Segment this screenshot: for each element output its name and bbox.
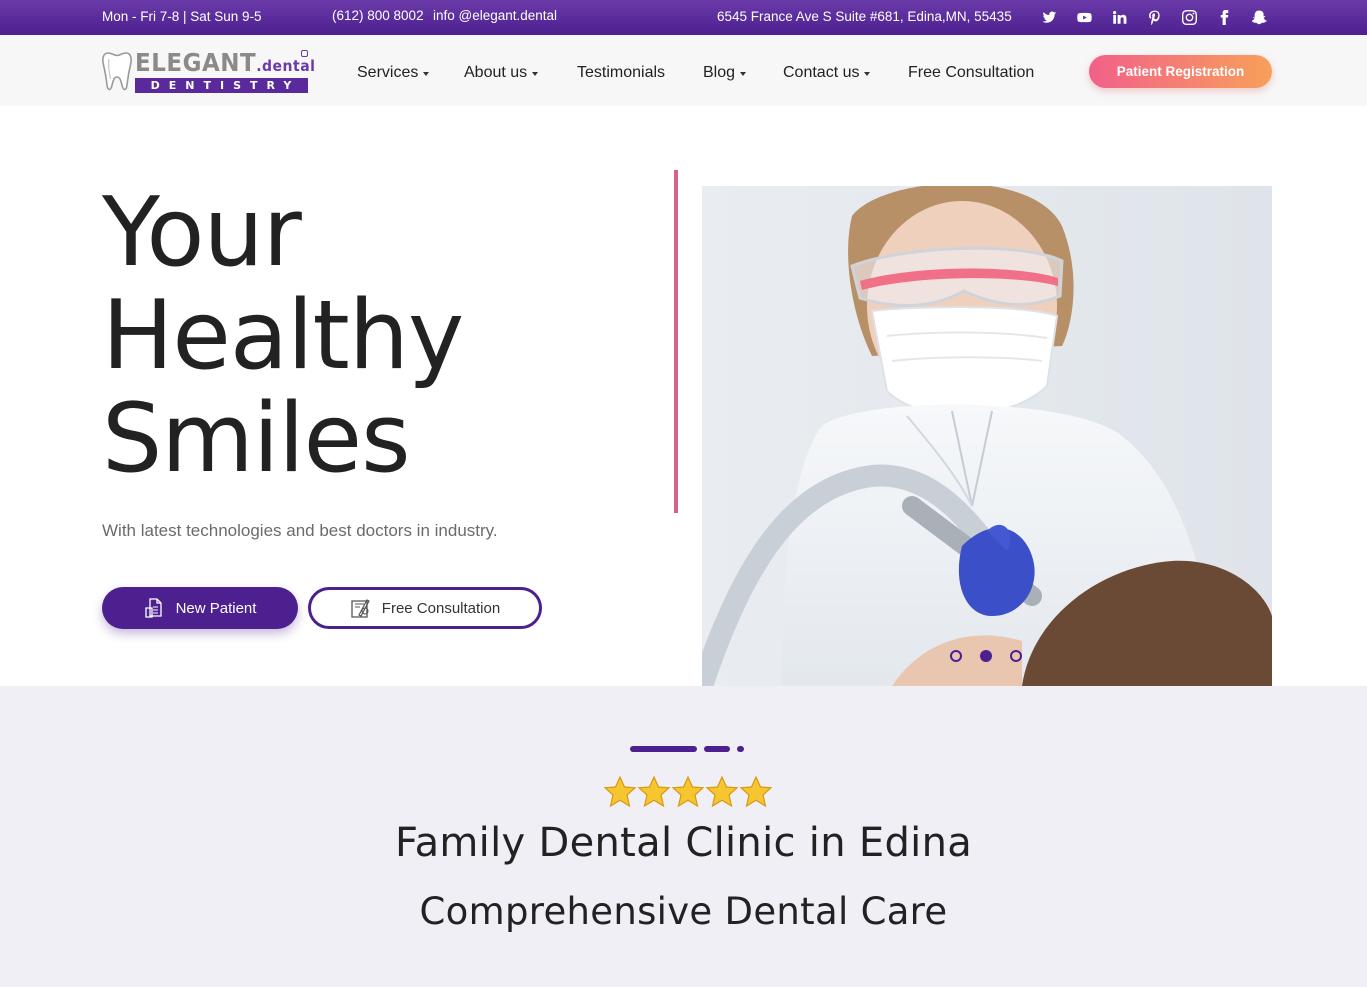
- nav-item-about-us[interactable]: About us: [464, 64, 539, 82]
- nav-label: About us: [464, 64, 528, 81]
- pinterest-icon[interactable]: [1145, 8, 1163, 26]
- youtube-icon[interactable]: [1075, 8, 1093, 26]
- logo-brand-text: ELEGANT: [135, 49, 257, 78]
- carousel-dot[interactable]: [1010, 650, 1022, 662]
- decor-bar: [630, 746, 697, 752]
- caret-down-icon: [740, 71, 747, 76]
- star-icon: [705, 775, 739, 808]
- star-icon: [603, 775, 637, 808]
- social-links: [1040, 8, 1268, 26]
- decor-bar: [704, 746, 730, 752]
- nav-item-blog[interactable]: Blog: [703, 64, 747, 82]
- caret-down-icon: [864, 71, 871, 76]
- logo-brand-suffix: .dental: [256, 57, 316, 76]
- caret-down-icon: [423, 71, 430, 76]
- instagram-icon[interactable]: [1180, 8, 1198, 26]
- nav-item-services[interactable]: Services: [357, 64, 430, 82]
- section-title: Family Dental Clinic in Edina: [394, 820, 973, 866]
- star-icon: [739, 775, 773, 808]
- site-logo[interactable]: ELEGANT.dental DENTISTRY: [102, 49, 315, 93]
- linkedin-icon[interactable]: [1110, 8, 1128, 26]
- top-info-bar: Mon - Fri 7-8 | Sat Sun 9-5 (612) 800 80…: [0, 0, 1367, 35]
- twitter-icon[interactable]: [1040, 8, 1058, 26]
- phone-link[interactable]: (612) 800 8002: [332, 8, 424, 23]
- hero-title-line: Healthy: [102, 281, 464, 391]
- hero-image-dentist: [702, 186, 1272, 686]
- document-icon: [144, 598, 162, 618]
- hero-title-line: Your: [102, 178, 302, 288]
- caret-down-icon: [532, 71, 539, 76]
- hero-title: Your Healthy Smiles: [102, 178, 464, 494]
- star-icon: [637, 775, 671, 808]
- snapchat-icon[interactable]: [1250, 8, 1268, 26]
- hero-title-line: Smiles: [102, 384, 411, 494]
- nav-label: Contact us: [783, 64, 860, 81]
- tooth-logo-icon: [102, 52, 132, 91]
- star-icon: [671, 775, 705, 808]
- nav-label: Blog: [703, 64, 736, 81]
- new-patient-label: New Patient: [175, 599, 257, 617]
- carousel-indicators: [950, 650, 1022, 662]
- nav-item-contact-us[interactable]: Contact us: [783, 64, 871, 82]
- decor-dot: [737, 746, 744, 752]
- office-hours: Mon - Fri 7-8 | Sat Sun 9-5: [102, 9, 262, 24]
- hero-divider: [674, 170, 678, 513]
- main-navbar: ELEGANT.dental DENTISTRY Services About …: [0, 35, 1367, 106]
- logo-wordmark: ELEGANT.dental: [135, 49, 315, 81]
- nav-item-free-consultation[interactable]: Free Consultation: [908, 64, 1034, 82]
- hero-subtitle: With latest technologies and best doctor…: [102, 521, 498, 540]
- clipboard-pen-icon: [351, 599, 370, 618]
- email-link[interactable]: info @elegant.dental: [433, 8, 557, 23]
- logo-strip: DENTISTRY: [135, 78, 308, 93]
- free-consultation-button[interactable]: Free Consultation: [308, 587, 542, 629]
- five-star-rating: [603, 775, 773, 809]
- nav-label: Free Consultation: [908, 64, 1035, 81]
- section-subtitle: Comprehensive Dental Care: [419, 890, 948, 933]
- registered-mark: [301, 50, 308, 57]
- nav-label: Testimonials: [577, 64, 666, 81]
- facebook-icon[interactable]: [1215, 8, 1233, 26]
- carousel-dot[interactable]: [950, 650, 962, 662]
- new-patient-button[interactable]: New Patient: [102, 587, 298, 629]
- address-link[interactable]: 6545 France Ave S Suite #681, Edina,MN, …: [717, 9, 1012, 24]
- carousel-dot-active[interactable]: [980, 650, 992, 662]
- free-consultation-label: Free Consultation: [381, 599, 501, 617]
- patient-registration-button[interactable]: Patient Registration: [1089, 55, 1272, 88]
- nav-item-testimonials[interactable]: Testimonials: [577, 64, 665, 82]
- nav-label: Services: [357, 64, 419, 81]
